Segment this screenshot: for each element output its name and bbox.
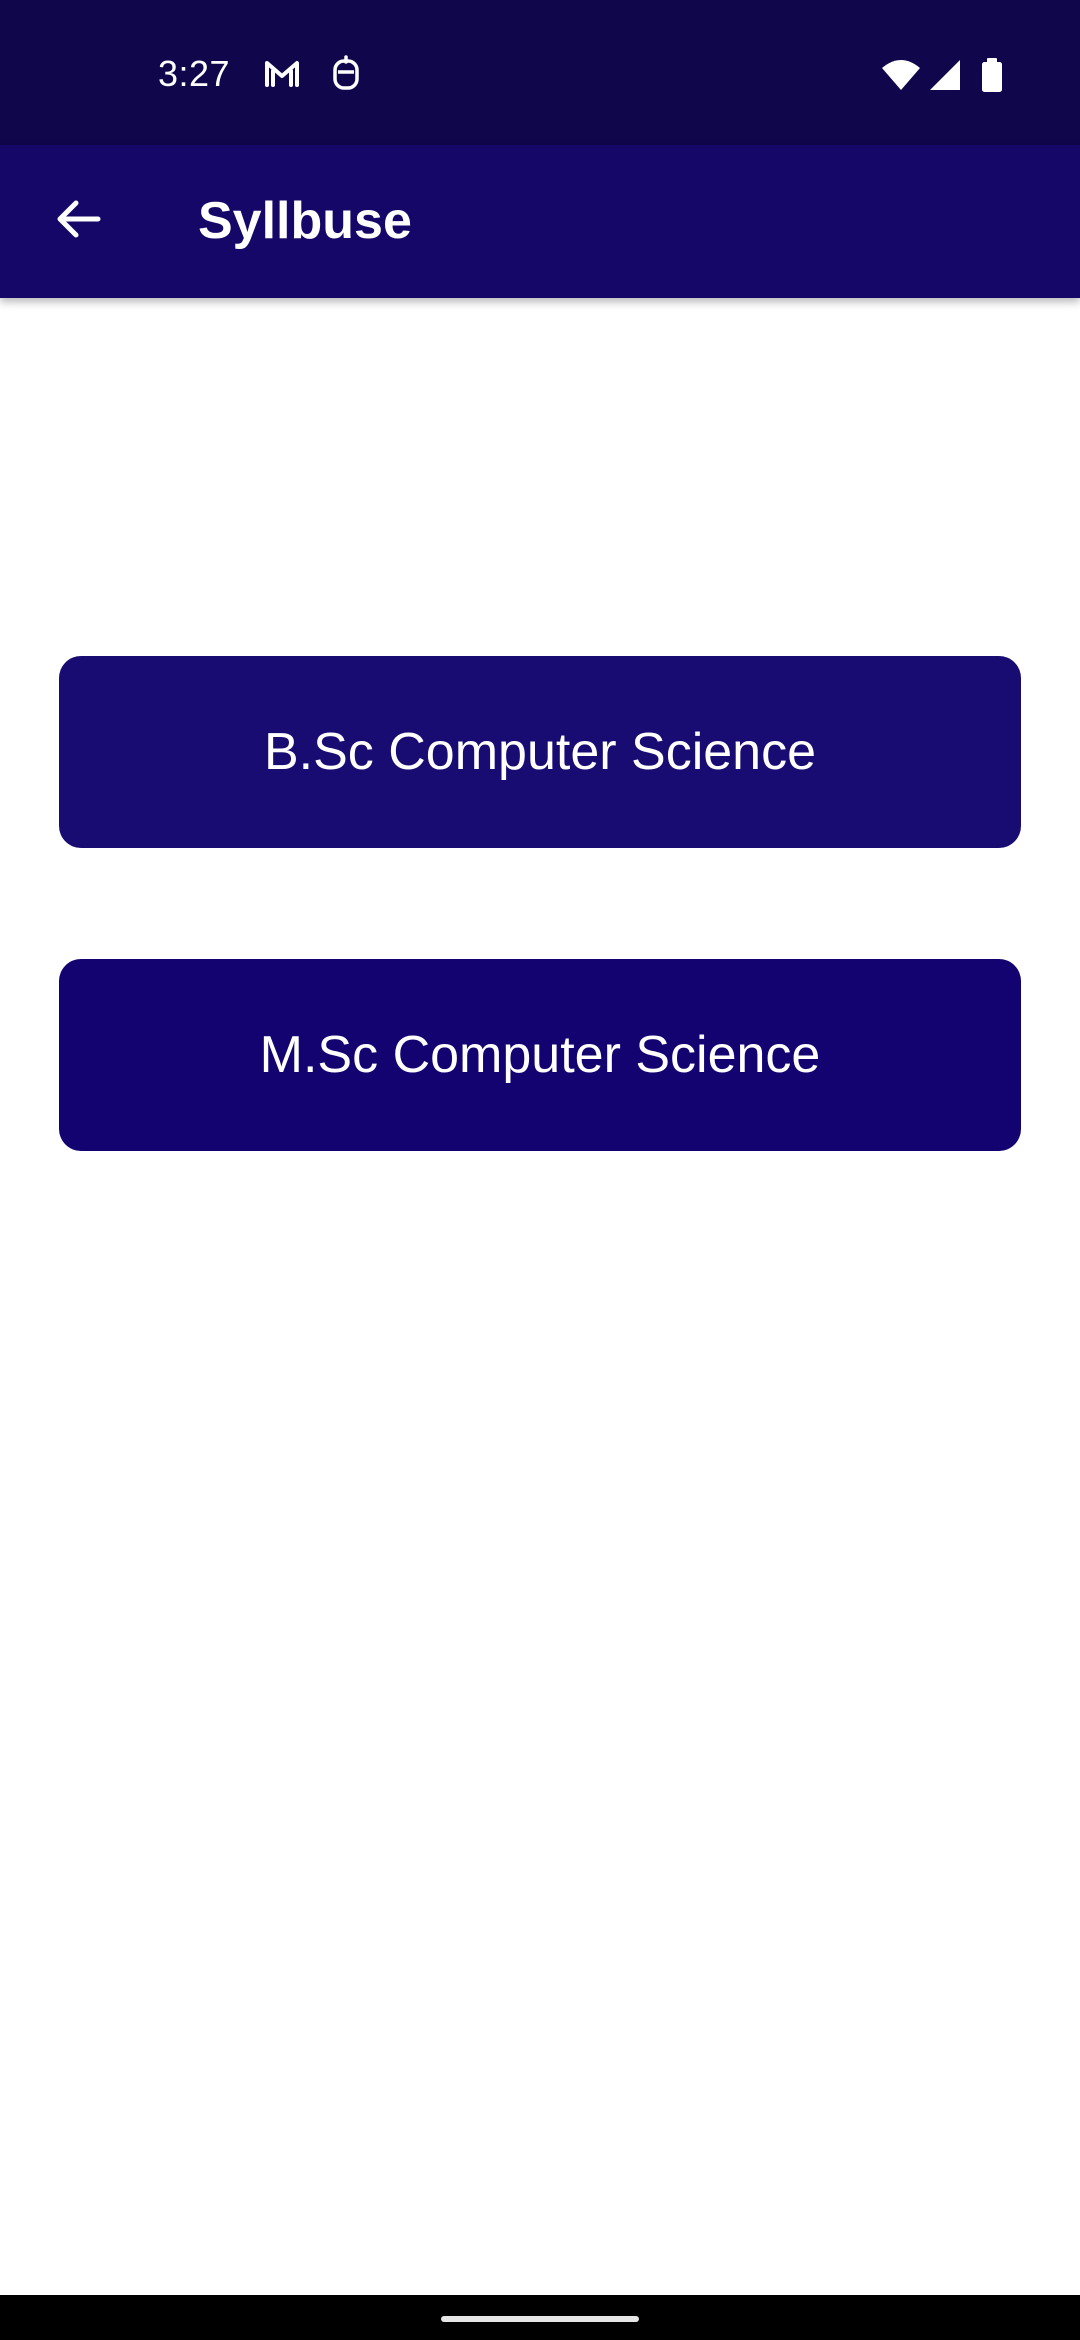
wifi-icon (880, 56, 922, 96)
cellular-signal-icon (928, 56, 962, 96)
msc-computer-science-button[interactable]: M.Sc Computer Science (59, 959, 1021, 1151)
notification-icon (326, 54, 366, 94)
navigation-bar (0, 2295, 1080, 2340)
arrow-left-icon (52, 193, 104, 250)
bsc-computer-science-button[interactable]: B.Sc Computer Science (59, 656, 1021, 848)
msc-computer-science-label: M.Sc Computer Science (259, 1026, 821, 1084)
status-time: 3:27 (158, 53, 231, 94)
battery-icon (980, 56, 1004, 96)
gmail-icon (262, 54, 302, 94)
page-title: Syllbuse (198, 192, 412, 250)
home-gesture-handle[interactable] (441, 2316, 639, 2322)
back-button[interactable] (36, 179, 120, 263)
bsc-computer-science-label: B.Sc Computer Science (263, 723, 817, 781)
app-bar: Syllbuse (0, 145, 1080, 298)
status-bar: 3:27 (0, 0, 1080, 145)
